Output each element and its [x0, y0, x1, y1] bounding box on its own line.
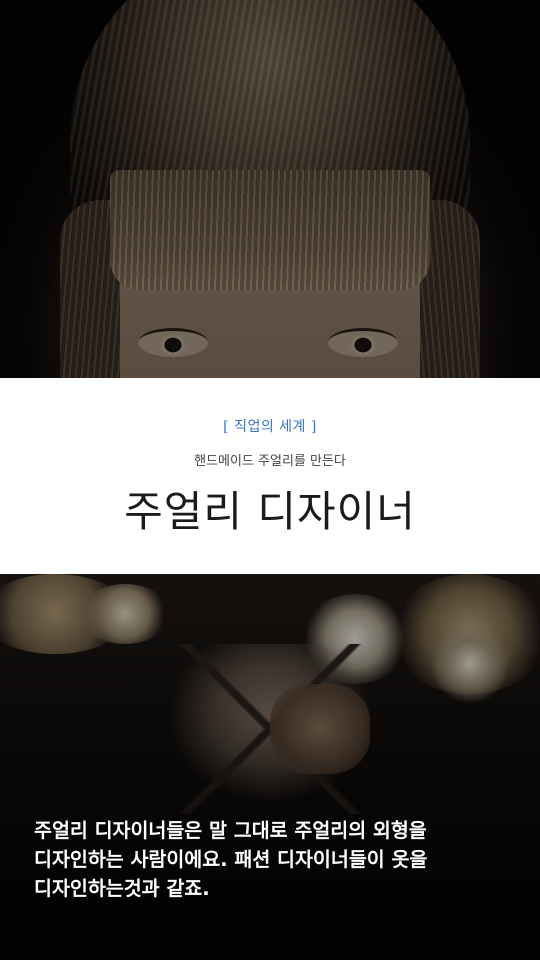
- card-page: [ 직업의 세계 ] 핸드메이드 주얼리를 만든다 주얼리 디자이너 주얼리 디…: [0, 0, 540, 960]
- portrait-photo-bottom: 주얼리 디자이너들은 말 그대로 주얼리의 외형을 디자인하는 사람이에요. 패…: [0, 574, 540, 960]
- title-band: [ 직업의 세계 ] 핸드메이드 주얼리를 만든다 주얼리 디자이너: [0, 378, 540, 574]
- subtitle: 핸드메이드 주얼리를 만든다: [194, 454, 346, 469]
- portrait-photo-top: [0, 0, 540, 378]
- category-label: [ 직업의 세계 ]: [223, 419, 317, 435]
- description-text: 주얼리 디자이너들은 말 그대로 주얼리의 외형을 디자인하는 사람이에요. 패…: [34, 819, 428, 900]
- page-title: 주얼리 디자이너: [124, 487, 416, 536]
- photo-dim-overlay: [0, 0, 540, 378]
